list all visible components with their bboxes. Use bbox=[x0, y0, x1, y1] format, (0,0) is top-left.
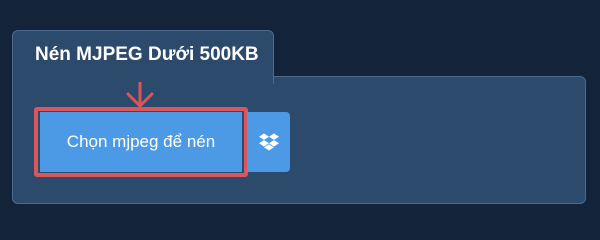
compress-page: Nén MJPEG Dưới 500KB Chọn mjpeg để nén bbox=[0, 0, 600, 230]
down-arrow-icon bbox=[126, 82, 154, 108]
choose-file-button[interactable]: Chọn mjpeg để nén bbox=[40, 112, 242, 172]
dropbox-button[interactable] bbox=[247, 112, 290, 172]
dropbox-icon bbox=[258, 133, 279, 151]
panel-title: Nén MJPEG Dưới 500KB bbox=[35, 44, 259, 65]
